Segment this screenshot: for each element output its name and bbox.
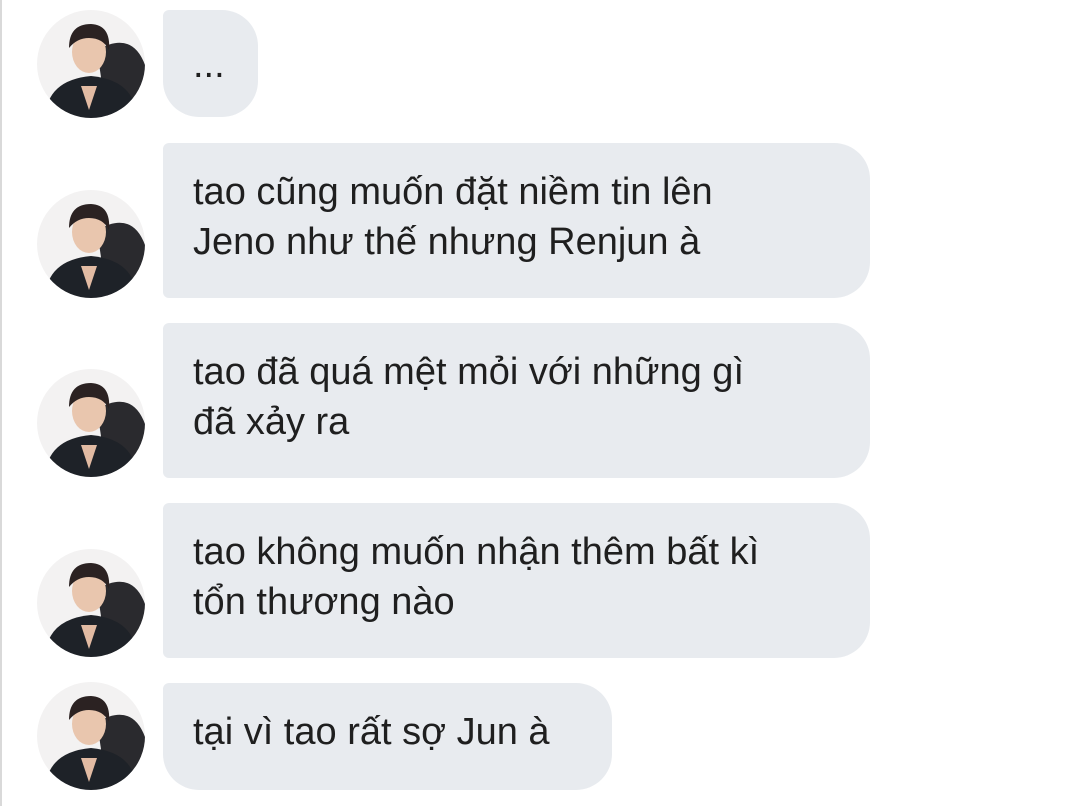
message-text: tao không muốn nhận thêm bất kì tổn thươ… <box>193 531 760 623</box>
message-bubble[interactable]: tao không muốn nhận thêm bất kì tổn thươ… <box>163 503 870 658</box>
message-text: tao đã quá mệt mỏi với những gì đã xảy r… <box>193 351 744 443</box>
message-bubble[interactable]: tại vì tao rất sợ Jun à <box>163 683 612 790</box>
message-text: tao cũng muốn đặt niềm tin lên Jeno như … <box>193 171 713 263</box>
profile-photo-icon[interactable] <box>37 682 145 790</box>
message-bubble[interactable]: tao cũng muốn đặt niềm tin lên Jeno như … <box>163 143 870 298</box>
message-bubble[interactable]: ... <box>163 10 258 117</box>
message-text: tại vì tao rất sợ Jun à <box>193 711 550 753</box>
profile-photo-icon[interactable] <box>37 369 145 477</box>
screen-edge <box>0 0 2 806</box>
profile-photo-icon[interactable] <box>37 10 145 118</box>
profile-photo-icon[interactable] <box>37 549 145 657</box>
message-text: ... <box>193 44 225 86</box>
message-bubble[interactable]: tao đã quá mệt mỏi với những gì đã xảy r… <box>163 323 870 478</box>
profile-photo-icon[interactable] <box>37 190 145 298</box>
